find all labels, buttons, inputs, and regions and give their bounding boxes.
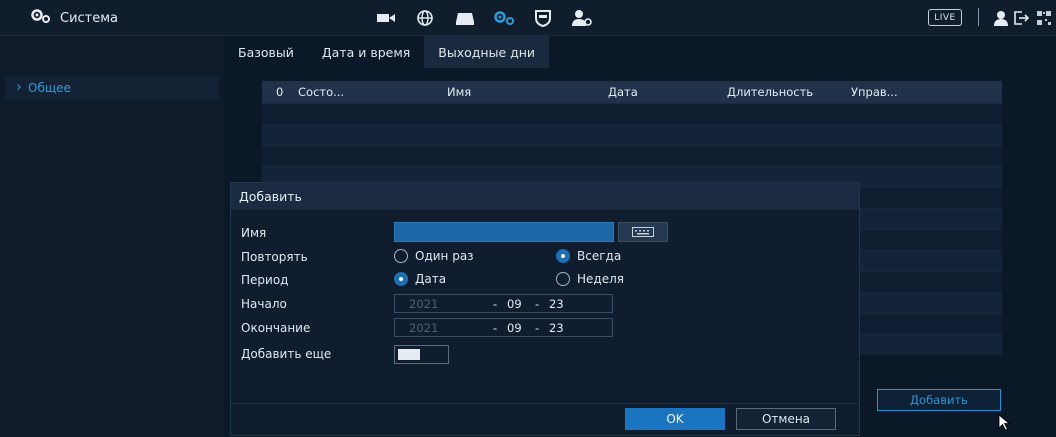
column-header-date[interactable]: Дата bbox=[608, 85, 638, 99]
storage-icon[interactable] bbox=[451, 6, 479, 30]
date-separator: - bbox=[493, 321, 498, 335]
table-row bbox=[262, 124, 1002, 145]
tab-bar: Базовый Дата и время Выходные дни bbox=[224, 36, 550, 68]
system-title-label: Система bbox=[60, 10, 119, 26]
account-icon[interactable] bbox=[568, 6, 596, 30]
column-header-manage[interactable]: Управ... bbox=[851, 85, 898, 99]
system-title: Система bbox=[30, 9, 118, 27]
period-week-radio[interactable]: Неделя bbox=[556, 272, 624, 286]
add-more-label: Добавить еще bbox=[241, 347, 332, 361]
end-month[interactable]: 09 bbox=[507, 321, 522, 335]
shield-icon[interactable] bbox=[529, 6, 557, 30]
tab-date-time[interactable]: Дата и время bbox=[308, 36, 424, 68]
tab-basic[interactable]: Базовый bbox=[224, 36, 308, 68]
keyboard-icon bbox=[632, 227, 654, 237]
keyboard-button[interactable] bbox=[618, 222, 668, 242]
cancel-button[interactable]: Отмена bbox=[736, 408, 836, 430]
period-week-label: Неделя bbox=[577, 272, 624, 286]
divider bbox=[231, 403, 859, 404]
period-date-radio[interactable]: Дата bbox=[394, 272, 446, 286]
camera-icon[interactable] bbox=[372, 6, 400, 30]
repeat-once-label: Один раз bbox=[415, 249, 474, 263]
start-year[interactable]: 2021 bbox=[409, 297, 438, 311]
ok-button[interactable]: OK bbox=[625, 408, 725, 430]
radio-on-icon bbox=[394, 272, 408, 286]
network-icon[interactable] bbox=[411, 6, 439, 30]
start-day[interactable]: 23 bbox=[549, 297, 564, 311]
top-bar: Система LIVE bbox=[0, 0, 1056, 36]
sidebar-item-label: Общее bbox=[28, 81, 71, 95]
repeat-label: Повторять bbox=[241, 250, 308, 264]
mouse-cursor-icon bbox=[998, 414, 1012, 435]
column-header-duration[interactable]: Длительность bbox=[727, 85, 813, 99]
sidebar-item-general[interactable]: Общее bbox=[6, 76, 218, 100]
column-header-name[interactable]: Имя bbox=[447, 85, 471, 99]
toggle-knob bbox=[398, 349, 420, 360]
tab-holidays[interactable]: Выходные дни bbox=[424, 36, 550, 68]
name-label: Имя bbox=[241, 226, 267, 240]
date-separator: - bbox=[535, 321, 540, 335]
repeat-always-radio[interactable]: Всегда bbox=[556, 249, 621, 263]
add-holiday-dialog: Добавить Имя Повторять Один раз Всегда П… bbox=[230, 182, 860, 436]
period-label: Период bbox=[241, 273, 289, 287]
end-label: Окончание bbox=[241, 321, 311, 335]
start-label: Начало bbox=[241, 297, 287, 311]
end-date-field[interactable]: 2021 - 09 - 23 bbox=[394, 318, 613, 337]
dialog-title: Добавить bbox=[231, 183, 859, 210]
sidebar: Общее bbox=[0, 36, 224, 437]
radio-off-icon bbox=[556, 272, 570, 286]
table-row bbox=[262, 103, 1002, 124]
start-date-field[interactable]: 2021 - 09 - 23 bbox=[394, 294, 613, 313]
gear-icon bbox=[30, 9, 52, 27]
add-holiday-button[interactable]: Добавить bbox=[877, 389, 1001, 411]
end-year[interactable]: 2021 bbox=[409, 321, 438, 335]
table-header: 0 Состо... Имя Дата Длительность Управ..… bbox=[262, 81, 1002, 103]
end-day[interactable]: 23 bbox=[549, 321, 564, 335]
live-button[interactable]: LIVE bbox=[928, 9, 962, 26]
radio-on-icon bbox=[556, 249, 570, 263]
chevron-right-icon bbox=[15, 84, 21, 90]
radio-off-icon bbox=[394, 249, 408, 263]
table-row bbox=[262, 145, 1002, 166]
date-separator: - bbox=[535, 297, 540, 311]
column-header-index[interactable]: 0 bbox=[276, 85, 283, 99]
add-more-toggle[interactable] bbox=[394, 345, 449, 364]
divider bbox=[978, 8, 979, 26]
settings-icon[interactable] bbox=[490, 6, 518, 30]
column-header-status[interactable]: Состо... bbox=[298, 85, 344, 99]
date-separator: - bbox=[493, 297, 498, 311]
name-input[interactable] bbox=[394, 222, 614, 242]
period-date-label: Дата bbox=[415, 272, 447, 286]
repeat-always-label: Всегда bbox=[577, 249, 622, 263]
start-month[interactable]: 09 bbox=[507, 297, 522, 311]
qr-code-icon[interactable] bbox=[1030, 6, 1056, 30]
repeat-once-radio[interactable]: Один раз bbox=[394, 249, 474, 263]
